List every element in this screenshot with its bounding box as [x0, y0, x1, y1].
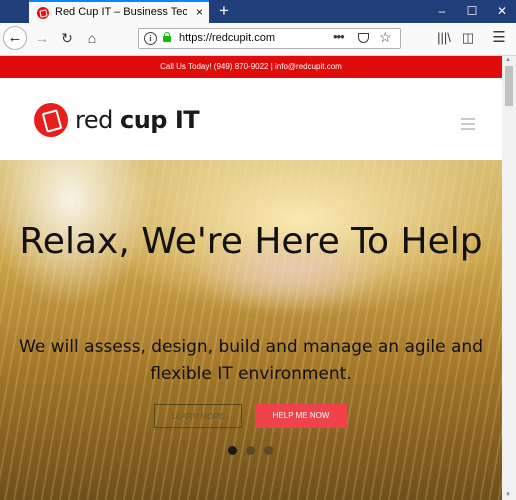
hero-banner: Relax, We're Here To Help We will assess…	[0, 160, 502, 500]
menu-icon[interactable]: ☰	[489, 28, 509, 48]
sidebar-icon[interactable]: ◫	[458, 28, 478, 48]
scroll-down-icon[interactable]: ▼	[505, 492, 511, 498]
hamburger-line	[461, 128, 475, 130]
library-icon[interactable]: |||\	[434, 28, 454, 48]
hamburger-line	[461, 118, 475, 120]
hamburger-menu-icon[interactable]	[461, 118, 475, 133]
url-text[interactable]: https://redcupit.com	[179, 32, 275, 44]
site-info-icon[interactable]: i	[144, 32, 157, 45]
url-bar[interactable]: i https://redcupit.com ••• ☆	[138, 28, 401, 49]
scroll-up-icon[interactable]: ▲	[505, 57, 511, 63]
logo-text-part2: cup IT	[119, 106, 200, 134]
learn-more-button[interactable]: LEARN MORE	[154, 404, 242, 428]
page-viewport: Call Us Today! (949) 870-9022 | info@red…	[0, 56, 502, 500]
contact-bar: Call Us Today! (949) 870-9022 | info@red…	[0, 56, 502, 78]
tab-active[interactable]: Red Cup IT – Business Technolo ×	[29, 0, 209, 23]
navigation-toolbar: ← → ↻ ⌂ i https://redcupit.com ••• ☆ |||…	[0, 23, 516, 56]
close-window-button[interactable]: ✕	[487, 0, 516, 23]
bookmark-star-icon[interactable]: ☆	[379, 29, 392, 46]
page-actions-icon[interactable]: •••	[333, 29, 345, 44]
logo-text-part1: red	[75, 106, 120, 134]
back-arrow-icon[interactable]: ←	[3, 26, 27, 50]
pocket-icon[interactable]	[358, 33, 369, 43]
tab-close-icon[interactable]: ×	[196, 5, 203, 19]
minimize-button[interactable]: –	[427, 0, 457, 23]
tab-strip: Red Cup IT – Business Technolo × + – ☐ ✕	[0, 0, 516, 23]
logo-text[interactable]: red cup IT	[75, 106, 200, 134]
home-icon[interactable]: ⌂	[82, 28, 102, 48]
maximize-button[interactable]: ☐	[457, 0, 487, 23]
hero-subtitle: We will assess, design, build and manage…	[19, 337, 483, 384]
hero-title: Relax, We're Here To Help	[19, 221, 483, 262]
help-me-now-button[interactable]: HELP ME NOW	[255, 404, 347, 428]
tab-title: Red Cup IT – Business Technolo	[55, 6, 187, 18]
carousel-dot-active[interactable]	[228, 446, 237, 455]
favicon-icon	[37, 7, 49, 19]
browser-window: Red Cup IT – Business Technolo × + – ☐ ✕…	[0, 0, 516, 500]
scroll-thumb[interactable]	[505, 66, 513, 106]
red-cup-logo-icon[interactable]	[34, 103, 68, 137]
forward-arrow-icon[interactable]: →	[32, 28, 52, 48]
site-header: red cup IT	[0, 78, 502, 161]
new-tab-button[interactable]: +	[214, 0, 234, 23]
page-scrollbar[interactable]: ▲ ▼	[502, 56, 516, 500]
reload-icon[interactable]: ↻	[57, 28, 77, 48]
lock-icon[interactable]	[163, 32, 171, 42]
carousel-dot[interactable]	[246, 446, 255, 455]
hamburger-line	[461, 123, 475, 125]
carousel-dot[interactable]	[264, 446, 273, 455]
